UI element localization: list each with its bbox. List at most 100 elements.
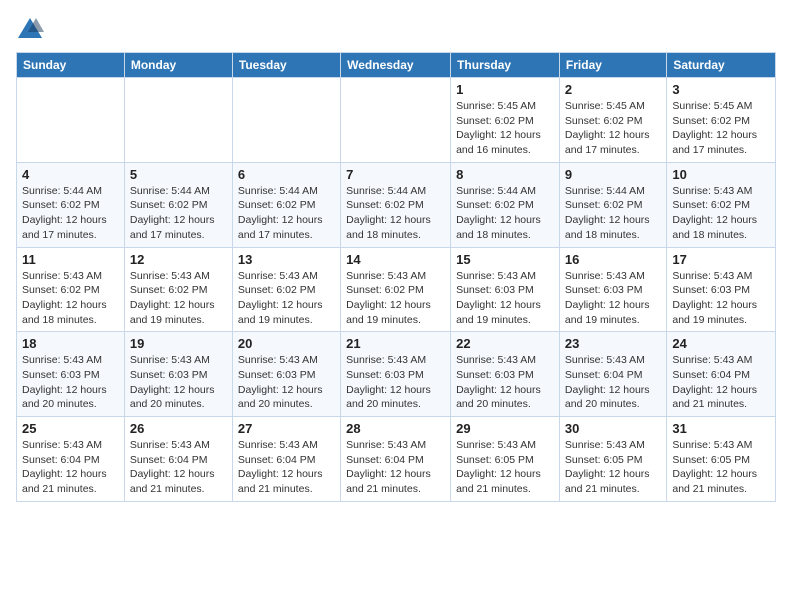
- day-info: Sunrise: 5:43 AM Sunset: 6:05 PM Dayligh…: [456, 438, 554, 497]
- calendar-cell: [17, 78, 125, 163]
- calendar-cell: 20 Sunrise: 5:43 AM Sunset: 6:03 PM Dayli…: [232, 332, 340, 417]
- day-info: Sunrise: 5:43 AM Sunset: 6:03 PM Dayligh…: [238, 353, 335, 412]
- calendar-cell: 28 Sunrise: 5:43 AM Sunset: 6:04 PM Dayli…: [341, 417, 451, 502]
- day-info: Sunrise: 5:44 AM Sunset: 6:02 PM Dayligh…: [22, 184, 119, 243]
- day-number: 27: [238, 421, 335, 436]
- day-number: 9: [565, 167, 661, 182]
- day-info: Sunrise: 5:45 AM Sunset: 6:02 PM Dayligh…: [565, 99, 661, 158]
- day-info: Sunrise: 5:45 AM Sunset: 6:02 PM Dayligh…: [456, 99, 554, 158]
- day-number: 31: [672, 421, 770, 436]
- weekday-header-friday: Friday: [559, 53, 666, 78]
- day-info: Sunrise: 5:43 AM Sunset: 6:03 PM Dayligh…: [565, 269, 661, 328]
- page-header: [16, 16, 776, 44]
- day-info: Sunrise: 5:43 AM Sunset: 6:03 PM Dayligh…: [456, 269, 554, 328]
- day-info: Sunrise: 5:43 AM Sunset: 6:02 PM Dayligh…: [346, 269, 445, 328]
- day-number: 7: [346, 167, 445, 182]
- weekday-header-sunday: Sunday: [17, 53, 125, 78]
- calendar-cell: 22 Sunrise: 5:43 AM Sunset: 6:03 PM Dayli…: [451, 332, 560, 417]
- calendar-cell: 29 Sunrise: 5:43 AM Sunset: 6:05 PM Dayli…: [451, 417, 560, 502]
- day-number: 19: [130, 336, 227, 351]
- calendar-cell: 1 Sunrise: 5:45 AM Sunset: 6:02 PM Daylig…: [451, 78, 560, 163]
- calendar-cell: 6 Sunrise: 5:44 AM Sunset: 6:02 PM Daylig…: [232, 162, 340, 247]
- day-info: Sunrise: 5:43 AM Sunset: 6:04 PM Dayligh…: [565, 353, 661, 412]
- calendar-week-3: 11 Sunrise: 5:43 AM Sunset: 6:02 PM Dayli…: [17, 247, 776, 332]
- calendar-cell: 16 Sunrise: 5:43 AM Sunset: 6:03 PM Dayli…: [559, 247, 666, 332]
- calendar-cell: 17 Sunrise: 5:43 AM Sunset: 6:03 PM Dayli…: [667, 247, 776, 332]
- weekday-header-row: SundayMondayTuesdayWednesdayThursdayFrid…: [17, 53, 776, 78]
- weekday-header-saturday: Saturday: [667, 53, 776, 78]
- calendar-cell: 9 Sunrise: 5:44 AM Sunset: 6:02 PM Daylig…: [559, 162, 666, 247]
- day-number: 21: [346, 336, 445, 351]
- day-number: 28: [346, 421, 445, 436]
- day-number: 12: [130, 252, 227, 267]
- day-info: Sunrise: 5:43 AM Sunset: 6:05 PM Dayligh…: [565, 438, 661, 497]
- day-number: 4: [22, 167, 119, 182]
- calendar-cell: 13Sunrise: 5:43 AM Sunset: 6:02 PM Dayli…: [232, 247, 340, 332]
- day-info: Sunrise: 5:44 AM Sunset: 6:02 PM Dayligh…: [565, 184, 661, 243]
- weekday-header-monday: Monday: [124, 53, 232, 78]
- logo-icon: [16, 16, 44, 44]
- day-info: Sunrise: 5:43 AM Sunset: 6:02 PM Dayligh…: [672, 184, 770, 243]
- weekday-header-thursday: Thursday: [451, 53, 560, 78]
- day-number: 26: [130, 421, 227, 436]
- day-info: Sunrise: 5:44 AM Sunset: 6:02 PM Dayligh…: [238, 184, 335, 243]
- day-number: 18: [22, 336, 119, 351]
- day-number: 20: [238, 336, 335, 351]
- calendar-week-5: 25 Sunrise: 5:43 AM Sunset: 6:04 PM Dayli…: [17, 417, 776, 502]
- calendar-cell: 27 Sunrise: 5:43 AM Sunset: 6:04 PM Dayli…: [232, 417, 340, 502]
- calendar-cell: 25 Sunrise: 5:43 AM Sunset: 6:04 PM Dayli…: [17, 417, 125, 502]
- day-number: 29: [456, 421, 554, 436]
- day-number: 14: [346, 252, 445, 267]
- calendar-cell: [124, 78, 232, 163]
- day-info: Sunrise: 5:43 AM Sunset: 6:03 PM Dayligh…: [456, 353, 554, 412]
- day-number: 25: [22, 421, 119, 436]
- calendar-cell: 10Sunrise: 5:43 AM Sunset: 6:02 PM Dayli…: [667, 162, 776, 247]
- day-number: 6: [238, 167, 335, 182]
- day-number: 15: [456, 252, 554, 267]
- calendar-cell: 18 Sunrise: 5:43 AM Sunset: 6:03 PM Dayli…: [17, 332, 125, 417]
- calendar-cell: 21Sunrise: 5:43 AM Sunset: 6:03 PM Dayli…: [341, 332, 451, 417]
- calendar-cell: 4 Sunrise: 5:44 AM Sunset: 6:02 PM Daylig…: [17, 162, 125, 247]
- day-info: Sunrise: 5:43 AM Sunset: 6:04 PM Dayligh…: [238, 438, 335, 497]
- day-info: Sunrise: 5:43 AM Sunset: 6:03 PM Dayligh…: [22, 353, 119, 412]
- day-number: 17: [672, 252, 770, 267]
- day-info: Sunrise: 5:45 AM Sunset: 6:02 PM Dayligh…: [672, 99, 770, 158]
- weekday-header-tuesday: Tuesday: [232, 53, 340, 78]
- calendar-cell: 3 Sunrise: 5:45 AM Sunset: 6:02 PM Daylig…: [667, 78, 776, 163]
- day-info: Sunrise: 5:44 AM Sunset: 6:02 PM Dayligh…: [456, 184, 554, 243]
- day-info: Sunrise: 5:43 AM Sunset: 6:04 PM Dayligh…: [346, 438, 445, 497]
- calendar-cell: [232, 78, 340, 163]
- calendar-week-1: 1 Sunrise: 5:45 AM Sunset: 6:02 PM Daylig…: [17, 78, 776, 163]
- day-info: Sunrise: 5:43 AM Sunset: 6:04 PM Dayligh…: [22, 438, 119, 497]
- day-number: 3: [672, 82, 770, 97]
- calendar-cell: 26Sunrise: 5:43 AM Sunset: 6:04 PM Dayli…: [124, 417, 232, 502]
- day-number: 23: [565, 336, 661, 351]
- day-info: Sunrise: 5:43 AM Sunset: 6:02 PM Dayligh…: [22, 269, 119, 328]
- calendar-cell: 5 Sunrise: 5:44 AM Sunset: 6:02 PM Daylig…: [124, 162, 232, 247]
- calendar-cell: 12 Sunrise: 5:43 AM Sunset: 6:02 PM Dayli…: [124, 247, 232, 332]
- day-info: Sunrise: 5:44 AM Sunset: 6:02 PM Dayligh…: [130, 184, 227, 243]
- day-info: Sunrise: 5:44 AM Sunset: 6:02 PM Dayligh…: [346, 184, 445, 243]
- day-info: Sunrise: 5:43 AM Sunset: 6:02 PM Dayligh…: [130, 269, 227, 328]
- logo: [16, 16, 48, 44]
- calendar-cell: 31Sunrise: 5:43 AM Sunset: 6:05 PM Dayli…: [667, 417, 776, 502]
- calendar-cell: 7 Sunrise: 5:44 AM Sunset: 6:02 PM Daylig…: [341, 162, 451, 247]
- day-number: 5: [130, 167, 227, 182]
- calendar-cell: 30Sunrise: 5:43 AM Sunset: 6:05 PM Dayli…: [559, 417, 666, 502]
- day-info: Sunrise: 5:43 AM Sunset: 6:03 PM Dayligh…: [672, 269, 770, 328]
- day-number: 11: [22, 252, 119, 267]
- day-info: Sunrise: 5:43 AM Sunset: 6:02 PM Dayligh…: [238, 269, 335, 328]
- calendar-cell: 11 Sunrise: 5:43 AM Sunset: 6:02 PM Dayli…: [17, 247, 125, 332]
- calendar-cell: 15 Sunrise: 5:43 AM Sunset: 6:03 PM Dayli…: [451, 247, 560, 332]
- calendar-cell: 2Sunrise: 5:45 AM Sunset: 6:02 PM Daylig…: [559, 78, 666, 163]
- day-info: Sunrise: 5:43 AM Sunset: 6:04 PM Dayligh…: [672, 353, 770, 412]
- calendar-cell: 8Sunrise: 5:44 AM Sunset: 6:02 PM Daylig…: [451, 162, 560, 247]
- weekday-header-wednesday: Wednesday: [341, 53, 451, 78]
- day-number: 16: [565, 252, 661, 267]
- calendar-cell: 19Sunrise: 5:43 AM Sunset: 6:03 PM Dayli…: [124, 332, 232, 417]
- day-number: 22: [456, 336, 554, 351]
- day-number: 24: [672, 336, 770, 351]
- calendar-cell: 23 Sunrise: 5:43 AM Sunset: 6:04 PM Dayli…: [559, 332, 666, 417]
- calendar-cell: 24 Sunrise: 5:43 AM Sunset: 6:04 PM Dayli…: [667, 332, 776, 417]
- day-number: 1: [456, 82, 554, 97]
